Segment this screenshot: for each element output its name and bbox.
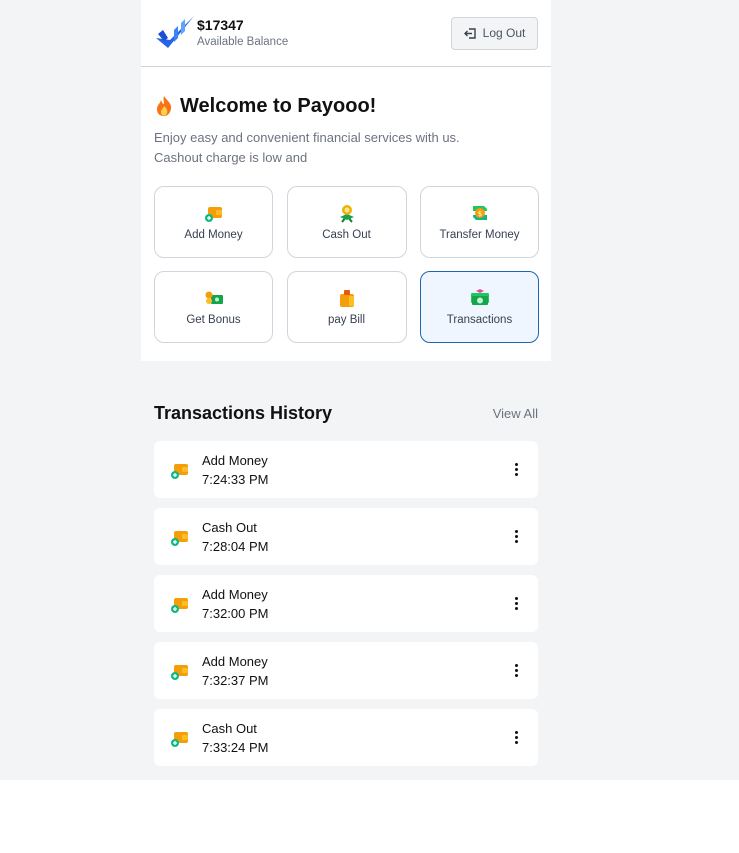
transaction-text: Cash Out 7:28:04 PM <box>202 518 508 556</box>
welcome-description: Enjoy easy and convenient financial serv… <box>154 128 538 168</box>
wallet-add-icon <box>171 463 188 479</box>
transaction-text: Cash Out 7:33:24 PM <box>202 719 508 757</box>
transaction-type: Cash Out <box>202 720 257 736</box>
cash-out-button[interactable]: Cash Out <box>286 186 407 258</box>
wallet-add-icon <box>204 207 222 222</box>
balance-text: $17347 Available Balance <box>197 16 288 50</box>
history-title: Transactions History <box>154 402 333 423</box>
transaction-list: Add Money 7:24:33 PM Cash Out 7:28:04 PM <box>154 441 538 766</box>
welcome-desc-line2: Cashout charge is low and <box>154 150 308 165</box>
welcome-panel: Welcome to Payooo! Enjoy easy and conven… <box>141 67 551 361</box>
wallet-add-icon <box>171 597 188 613</box>
transaction-text: Add Money 7:32:37 PM <box>202 652 508 690</box>
transaction-text: Add Money 7:24:33 PM <box>202 451 508 489</box>
transactions-history: Transactions History View All Add Money … <box>154 398 538 776</box>
transaction-item[interactable]: Add Money 7:32:37 PM <box>154 642 538 699</box>
logout-button[interactable]: Log Out <box>451 16 538 50</box>
transactions-label: Transactions <box>446 314 513 326</box>
transaction-type: Cash Out <box>202 519 257 535</box>
cash-out-label: Cash Out <box>322 229 371 241</box>
more-options-icon[interactable] <box>508 595 524 613</box>
balance-label: Available Balance <box>197 36 289 48</box>
transaction-type: Add Money <box>202 653 268 669</box>
transaction-item[interactable]: Cash Out 7:33:24 PM <box>154 709 538 766</box>
app-container: $17347 Available Balance Log Out Welcome… <box>141 0 551 361</box>
top-header: $17347 Available Balance Log Out <box>141 0 551 67</box>
transaction-item[interactable]: Cash Out 7:28:04 PM <box>154 508 538 565</box>
logout-label: Log Out <box>482 26 526 40</box>
transaction-type: Add Money <box>202 452 268 468</box>
transaction-item[interactable]: Add Money 7:24:33 PM <box>154 441 538 498</box>
get-bonus-button[interactable]: Get Bonus <box>154 271 273 343</box>
more-options-icon[interactable] <box>508 528 524 546</box>
wallet-add-icon <box>171 664 188 680</box>
money-stack-icon <box>470 289 489 305</box>
transaction-text: Add Money 7:32:00 PM <box>202 585 508 623</box>
more-options-icon[interactable] <box>508 662 524 680</box>
transaction-type: Add Money <box>202 586 268 602</box>
payooo-logo-icon <box>156 16 194 48</box>
wallet-add-icon <box>171 530 188 546</box>
transaction-time: 7:32:37 PM <box>202 672 269 688</box>
welcome-desc-line1: Enjoy easy and convenient financial serv… <box>154 130 460 145</box>
pay-bill-button[interactable]: pay Bill <box>286 271 407 343</box>
more-options-icon[interactable] <box>508 461 524 479</box>
bill-bag-icon <box>339 290 354 307</box>
transaction-time: 7:28:04 PM <box>202 538 269 554</box>
add-money-button[interactable]: Add Money <box>154 186 273 258</box>
pay-bill-label: pay Bill <box>327 314 366 326</box>
action-grid: Add Money Cash Out $ Transfer Money Get … <box>154 186 539 343</box>
history-header: Transactions History View All <box>154 398 538 428</box>
welcome-title: Welcome to Payooo! <box>180 94 377 117</box>
transaction-time: 7:24:33 PM <box>202 471 269 487</box>
transaction-time: 7:33:24 PM <box>202 739 269 755</box>
transactions-button[interactable]: Transactions <box>420 271 539 343</box>
svg-text:$: $ <box>477 210 481 218</box>
get-bonus-label: Get Bonus <box>186 314 241 326</box>
bonus-money-icon <box>205 291 223 304</box>
transfer-icon: $ <box>472 206 487 220</box>
welcome-heading: Welcome to Payooo! <box>154 93 538 119</box>
more-options-icon[interactable] <box>508 729 524 747</box>
transfer-money-label: Transfer Money <box>439 229 520 241</box>
logout-arrow-icon <box>463 27 476 39</box>
balance-section: $17347 Available Balance <box>154 12 288 54</box>
cash-flower-icon <box>339 205 354 223</box>
transfer-money-button[interactable]: $ Transfer Money <box>420 186 539 258</box>
view-all-link[interactable]: View All <box>493 406 538 421</box>
transaction-time: 7:32:00 PM <box>202 605 269 621</box>
wallet-add-icon <box>171 731 188 747</box>
flame-icon <box>157 96 172 116</box>
transaction-item[interactable]: Add Money 7:32:00 PM <box>154 575 538 632</box>
balance-amount: $17347 <box>197 17 244 33</box>
add-money-label: Add Money <box>184 229 243 241</box>
